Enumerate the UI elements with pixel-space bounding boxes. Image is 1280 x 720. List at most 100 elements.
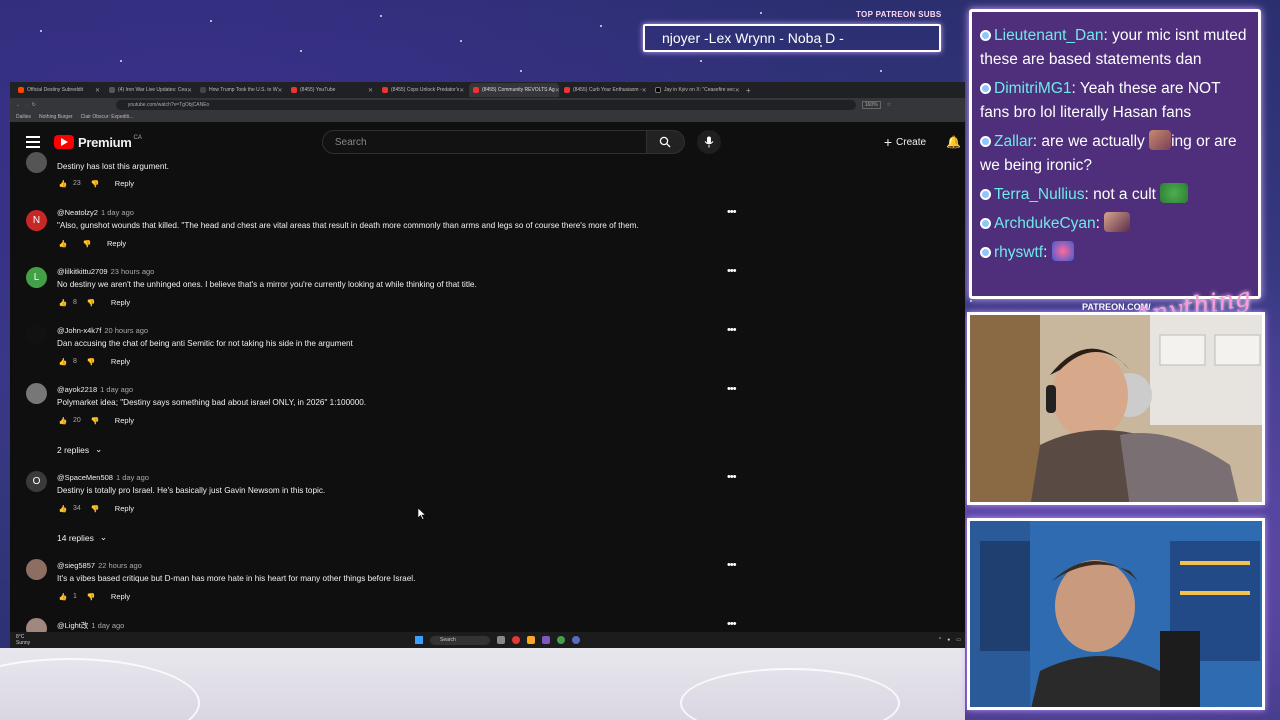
comment-author[interactable]: @Light改	[57, 621, 88, 630]
star	[520, 70, 522, 72]
reply-button[interactable]: Reply	[107, 239, 126, 248]
comment-author[interactable]: @ayok2218	[57, 385, 97, 394]
close-tab-icon[interactable]: ✕	[95, 87, 100, 94]
comment-time[interactable]: 22 hours ago	[98, 561, 142, 570]
like-icon[interactable]: 👍	[57, 299, 69, 307]
more-actions-icon[interactable]: •••	[727, 324, 737, 336]
close-tab-icon[interactable]: ✕	[735, 87, 740, 94]
comment-author[interactable]: @lilkitkittu2709	[57, 267, 108, 276]
comment-time[interactable]: 1 day ago	[100, 385, 133, 394]
reply-button[interactable]: Reply	[111, 357, 130, 366]
dislike-icon[interactable]: 👎	[89, 180, 101, 188]
avatar[interactable]: O	[26, 471, 47, 492]
discord-icon[interactable]	[572, 636, 580, 644]
tray-chevron-icon[interactable]: ^	[939, 637, 941, 643]
browser-tab[interactable]: (8455) YouTube ✕	[287, 83, 377, 97]
close-tab-icon[interactable]: ✕	[187, 87, 192, 94]
dislike-icon[interactable]: 👎	[89, 505, 101, 513]
comment-time[interactable]: 1 day ago	[116, 473, 149, 482]
chat-message: ArchdukeCyan:	[980, 212, 1250, 236]
avatar[interactable]	[26, 152, 47, 173]
comment-time[interactable]: 1 day ago	[101, 208, 134, 217]
reply-button[interactable]: Reply	[115, 504, 134, 513]
back-icon[interactable]: ←	[16, 102, 21, 108]
bookmark-item[interactable]: Nothing Burger	[39, 114, 73, 120]
comment-author[interactable]: @sieg5857	[57, 561, 95, 570]
dislike-icon[interactable]: 👎	[89, 417, 101, 425]
dislike-icon[interactable]: 👎	[85, 358, 97, 366]
search-button[interactable]	[646, 130, 685, 154]
close-tab-icon[interactable]: ✕	[278, 87, 283, 94]
avatar[interactable]	[26, 324, 47, 345]
network-icon[interactable]: ▭	[956, 637, 961, 643]
task-view-icon[interactable]	[497, 636, 505, 644]
more-actions-icon[interactable]: •••	[727, 559, 737, 571]
comment-author[interactable]: @Neatolzy2	[57, 208, 98, 217]
zoom-indicator[interactable]: 160%	[861, 101, 881, 109]
reply-button[interactable]: Reply	[111, 298, 130, 307]
youtube-premium-logo[interactable]: Premium CA	[54, 135, 142, 150]
windows-start-icon[interactable]	[415, 636, 423, 644]
chrome-icon[interactable]	[557, 636, 565, 644]
forward-icon[interactable]: →	[24, 102, 29, 108]
comment-time[interactable]: 20 hours ago	[104, 326, 148, 335]
close-tab-icon[interactable]: ✕	[368, 87, 373, 94]
like-icon[interactable]: 👍	[57, 417, 69, 425]
avatar[interactable]: L	[26, 267, 47, 288]
tray-app-icon[interactable]: ●	[947, 637, 950, 643]
weather-widget[interactable]: 8°C Sunny	[16, 634, 30, 646]
bookmark-star-icon[interactable]: ☆	[887, 102, 891, 108]
reply-button[interactable]: Reply	[115, 416, 134, 425]
browser-tab[interactable]: (8455) Curb Your Enthusiasm - ✕	[560, 83, 650, 97]
like-icon[interactable]: 👍	[57, 240, 69, 248]
comment-time[interactable]: 1 day ago	[91, 621, 124, 630]
browser-tab[interactable]: Official Destiny Subreddit ✕	[14, 83, 104, 97]
more-actions-icon[interactable]: •••	[727, 383, 737, 395]
avatar[interactable]	[26, 559, 47, 580]
file-explorer-icon[interactable]	[527, 636, 535, 644]
more-actions-icon[interactable]: •••	[727, 471, 737, 483]
like-icon[interactable]: 👍	[57, 180, 69, 188]
comment-author[interactable]: @John-x4k7f	[57, 326, 101, 335]
reply-button[interactable]: Reply	[111, 592, 130, 601]
bookmark-item[interactable]: Dailies	[16, 114, 31, 120]
more-actions-icon[interactable]: •••	[727, 618, 737, 630]
dislike-icon[interactable]: 👎	[85, 593, 97, 601]
like-icon[interactable]: 👍	[57, 593, 69, 601]
reply-button[interactable]: Reply	[115, 179, 134, 188]
avatar[interactable]: N	[26, 210, 47, 231]
dislike-icon[interactable]: 👎	[85, 299, 97, 307]
new-tab-icon[interactable]: +	[746, 86, 751, 95]
like-icon[interactable]: 👍	[57, 505, 69, 513]
taskbar-search[interactable]: Search	[430, 635, 490, 645]
more-actions-icon[interactable]: •••	[727, 265, 737, 277]
browser-tab[interactable]: How Trump Took the U.S. to W ✕	[196, 83, 286, 97]
view-replies-button[interactable]: 2 replies ⌄	[57, 444, 102, 455]
view-replies-button[interactable]: 14 replies ⌄	[57, 532, 107, 543]
browser-tab-active[interactable]: (8455) Community REVOLTS Ag ✕	[469, 83, 559, 97]
reload-icon[interactable]: ↻	[32, 102, 36, 108]
menu-icon[interactable]	[26, 133, 40, 151]
browser-tab[interactable]: (8455) Cops Unlock Predator's ✕	[378, 83, 468, 97]
create-button[interactable]: + Create	[876, 129, 934, 155]
browser-tab[interactable]: (4) Iron War Live Updates: Cea ✕	[105, 83, 195, 97]
browser-tab[interactable]: Jay in Kyiv on X: "Ceasefire sec ✕	[651, 83, 741, 97]
close-tab-icon[interactable]: ✕	[642, 87, 647, 94]
close-tab-icon[interactable]: ✕	[459, 87, 464, 94]
notifications-bell-icon[interactable]: 🔔	[946, 135, 961, 149]
comment-actions: 👍 8 👎 Reply	[57, 357, 130, 366]
comment-author[interactable]: @SpaceMen508	[57, 473, 113, 482]
avatar[interactable]	[26, 383, 47, 404]
close-tab-icon[interactable]: ✕	[555, 87, 559, 94]
bookmark-item[interactable]: Clair Obscur: Expediti...	[81, 114, 134, 120]
comment-time[interactable]: 23 hours ago	[111, 267, 155, 276]
dislike-icon[interactable]: 👎	[81, 240, 93, 248]
voice-search-button[interactable]	[696, 130, 721, 154]
browser-app-icon[interactable]	[512, 636, 520, 644]
url-input[interactable]: youtube.com/watch?v=TgObjCANEo	[115, 100, 856, 110]
like-icon[interactable]: 👍	[57, 358, 69, 366]
webcam-1-image	[970, 315, 1262, 502]
search-input[interactable]: Search	[321, 130, 647, 154]
app-icon[interactable]	[542, 636, 550, 644]
more-actions-icon[interactable]: •••	[727, 206, 737, 218]
